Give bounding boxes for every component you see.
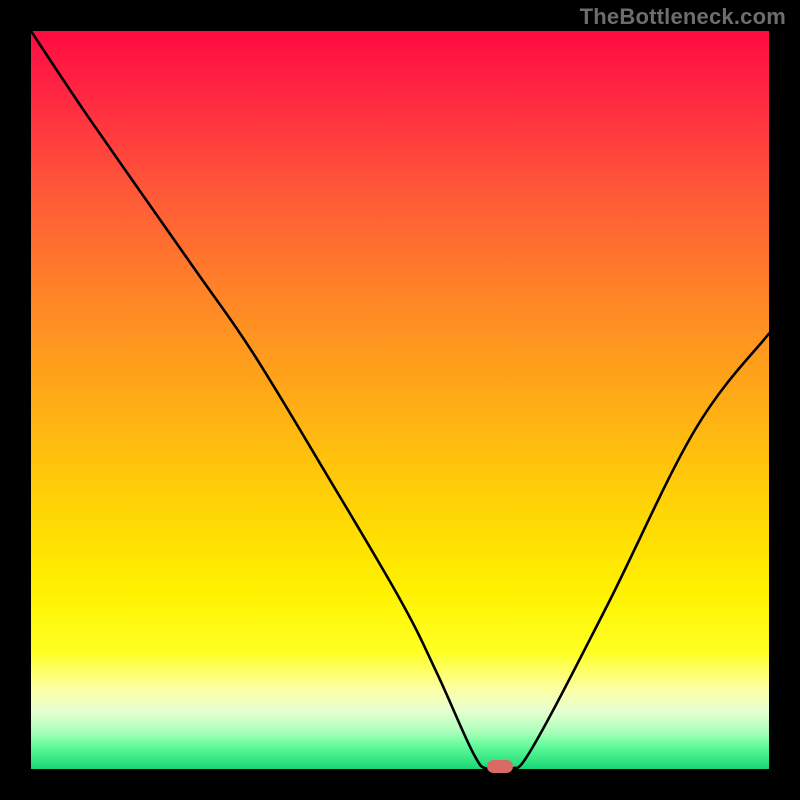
watermark-label: TheBottleneck.com [580,4,786,30]
chart-container: TheBottleneck.com [0,0,800,800]
bottleneck-curve [31,31,769,769]
plot-area [31,31,769,769]
optimal-point-marker [487,760,513,773]
